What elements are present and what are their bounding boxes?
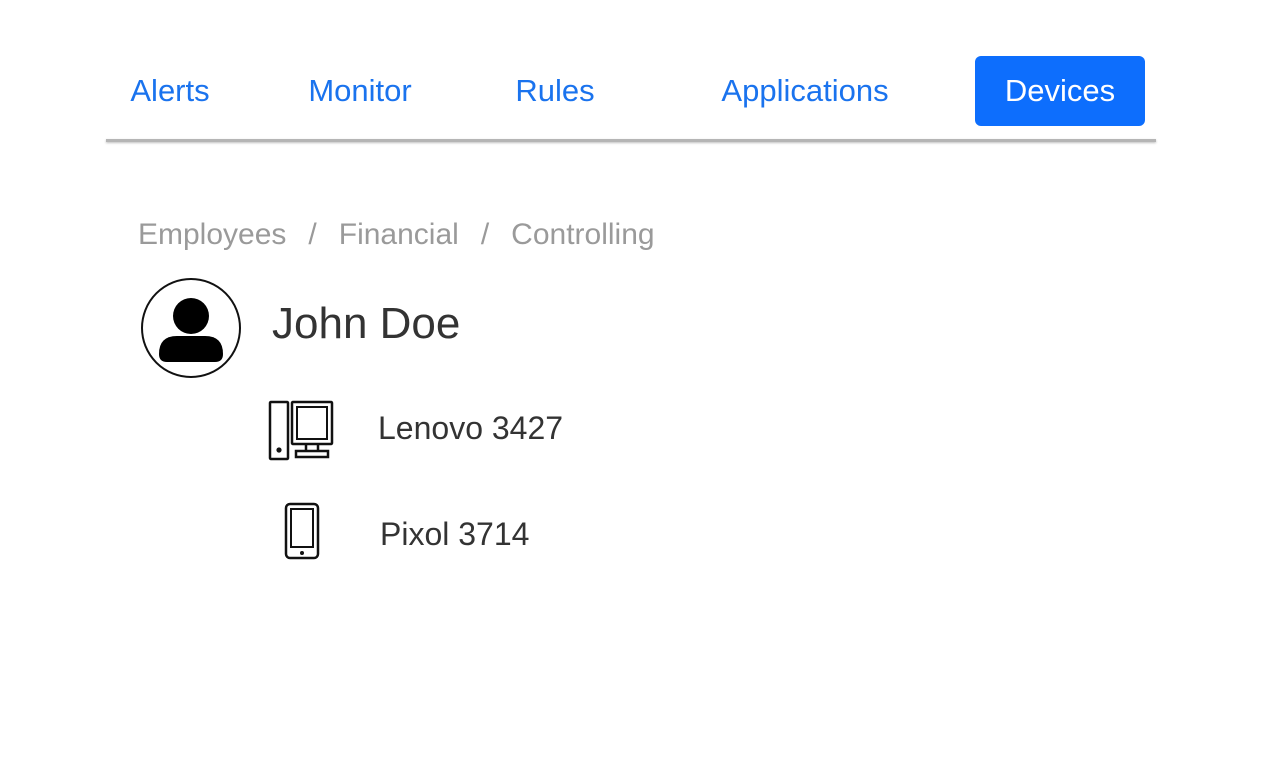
device-name: Pixol 3714 <box>380 516 530 552</box>
device-item-pixol[interactable]: Pixol 3714 <box>266 501 866 565</box>
breadcrumb-item-controlling[interactable]: Controlling <box>511 218 654 251</box>
breadcrumb-separator: / <box>480 218 490 251</box>
top-navigation: Alerts Monitor Rules Applications Device… <box>106 56 1156 128</box>
user-name: John Doe <box>272 299 461 348</box>
desktop-computer-icon <box>266 399 336 468</box>
tab-devices[interactable]: Devices <box>975 56 1145 126</box>
smartphone-icon <box>283 501 321 566</box>
breadcrumb: Employees / Financial / Controlling <box>138 214 655 256</box>
tab-monitor[interactable]: Monitor <box>296 56 424 126</box>
device-item-lenovo[interactable]: Lenovo 3427 <box>266 399 866 463</box>
user-avatar-icon <box>141 278 241 378</box>
tab-alerts[interactable]: Alerts <box>120 56 220 126</box>
tab-applications[interactable]: Applications <box>704 56 906 126</box>
tab-rules[interactable]: Rules <box>508 56 602 126</box>
device-name: Lenovo 3427 <box>378 410 564 446</box>
breadcrumb-separator: / <box>308 218 317 251</box>
nav-divider <box>106 139 1156 142</box>
breadcrumb-item-financial[interactable]: Financial <box>339 218 459 251</box>
breadcrumb-item-employees[interactable]: Employees <box>138 218 286 251</box>
